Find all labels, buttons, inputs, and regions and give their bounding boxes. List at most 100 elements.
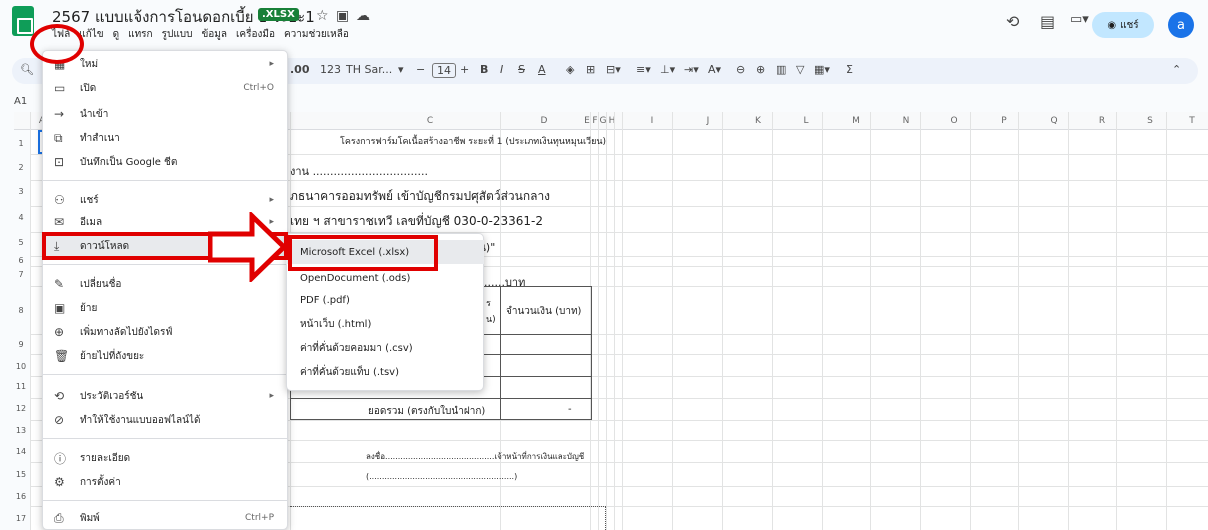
merge-icon[interactable]: ⊟▾: [606, 63, 621, 76]
cell-c2[interactable]: งาน .................................: [290, 162, 428, 180]
column-header[interactable]: D: [534, 116, 554, 126]
row-header[interactable]: 8: [12, 306, 30, 315]
row-header[interactable]: 4: [12, 213, 30, 222]
menu-item-settings[interactable]: ⚙ การตั้งค่า: [42, 470, 288, 494]
avatar[interactable]: a: [1168, 12, 1194, 38]
cell-c3[interactable]: ภธนาคารออมทรัพย์ เข้าบัญชีกรมปศุสัตว์ส่ว…: [290, 187, 550, 206]
align-icon[interactable]: ≡▾: [636, 63, 651, 76]
format-number-button[interactable]: 123: [320, 63, 341, 76]
row-header[interactable]: 5: [12, 238, 30, 247]
column-header[interactable]: S: [1140, 116, 1160, 126]
comments-icon[interactable]: ▤: [1040, 12, 1055, 31]
cell-c15[interactable]: (.......................................…: [366, 472, 517, 481]
name-box[interactable]: A1: [14, 96, 27, 107]
column-header[interactable]: H: [607, 116, 617, 126]
column-header[interactable]: R: [1092, 116, 1112, 126]
download-tsv[interactable]: ค่าที่คั่นด้วยแท็บ (.tsv): [286, 360, 484, 384]
menu-insert[interactable]: แทรก: [128, 27, 152, 43]
share-button[interactable]: ◉ แชร์: [1092, 12, 1154, 38]
wrap-icon[interactable]: ⇥▾: [684, 63, 699, 76]
cell-c8-b[interactable]: น): [486, 312, 496, 326]
text-color-button[interactable]: A: [538, 63, 546, 76]
menu-item-print[interactable]: ⎙ พิมพ์ Ctrl+P: [42, 506, 288, 530]
menu-item-copy[interactable]: ⧉ ทำสำเนา: [42, 126, 288, 150]
search-menus-icon[interactable]: 🔍︎: [20, 63, 34, 76]
filter-views-icon[interactable]: ▦▾: [814, 63, 830, 76]
menu-format[interactable]: รูปแบบ: [162, 27, 193, 43]
cell-c12[interactable]: ยอดรวม (ตรงกับใบนำฝาก): [368, 404, 485, 419]
sheets-logo[interactable]: [12, 6, 34, 36]
download-csv[interactable]: ค่าที่คั่นด้วยคอมมา (.csv): [286, 336, 484, 360]
menu-item-details[interactable]: ⓘ รายละเอียด: [42, 446, 288, 470]
row-header[interactable]: 3: [12, 187, 30, 196]
strikethrough-button[interactable]: S: [518, 63, 525, 76]
menu-view[interactable]: ดู: [113, 27, 120, 43]
chevron-down-icon[interactable]: ▾: [398, 63, 404, 76]
menu-item-add-shortcut[interactable]: ⊕ เพิ่มทางลัดไปยังไดรฟ์: [42, 320, 288, 344]
link-icon[interactable]: ⊖: [736, 63, 745, 76]
row-header[interactable]: 14: [12, 447, 30, 456]
row-header[interactable]: 1: [12, 139, 30, 148]
font-size-decrease-button[interactable]: −: [416, 63, 425, 76]
valign-icon[interactable]: ⊥▾: [660, 63, 675, 76]
menu-item-open[interactable]: ▭ เปิด Ctrl+O: [42, 76, 288, 100]
meet-icon[interactable]: ▭▾: [1070, 12, 1089, 27]
font-size-input[interactable]: 14: [432, 63, 456, 78]
column-header[interactable]: T: [1182, 116, 1202, 126]
move-folder-icon[interactable]: ▣: [336, 8, 349, 24]
row-header[interactable]: 10: [12, 362, 30, 371]
column-header[interactable]: M: [846, 116, 866, 126]
bold-button[interactable]: B: [480, 63, 488, 76]
row-header[interactable]: 16: [12, 492, 30, 501]
row-header[interactable]: 7: [12, 270, 30, 279]
font-size-increase-button[interactable]: +: [460, 63, 469, 76]
download-pdf[interactable]: PDF (.pdf): [286, 288, 484, 312]
menu-item-share[interactable]: ⚇ แชร์ ▸: [42, 188, 288, 212]
cell-d8[interactable]: จำนวนเงิน (บาท): [506, 304, 581, 319]
menu-item-offline[interactable]: ⊘ ทำให้ใช้งานแบบออฟไลน์ได้: [42, 408, 288, 432]
rotate-icon[interactable]: A▾: [708, 63, 721, 76]
row-header[interactable]: 13: [12, 426, 30, 435]
borders-icon[interactable]: ⊞: [586, 63, 595, 76]
column-header[interactable]: K: [748, 116, 768, 126]
column-header[interactable]: Q: [1044, 116, 1064, 126]
cloud-status-icon[interactable]: ☁: [356, 8, 370, 24]
row-header[interactable]: 6: [12, 256, 30, 265]
cell-c8-a[interactable]: ร: [486, 296, 491, 310]
chart-icon[interactable]: ▥: [776, 63, 786, 76]
decimal-button[interactable]: .00: [290, 63, 310, 76]
history-icon[interactable]: ⟲: [1006, 12, 1019, 31]
menu-item-import[interactable]: → นำเข้า: [42, 102, 288, 126]
cell-d12[interactable]: -: [568, 404, 572, 415]
italic-button[interactable]: I: [500, 63, 503, 76]
collapse-toolbar-icon[interactable]: ⌃: [1172, 63, 1181, 76]
comment-icon[interactable]: ⊕: [756, 63, 765, 76]
column-header[interactable]: C: [420, 116, 440, 126]
row-header[interactable]: 11: [12, 382, 30, 391]
cell-c4[interactable]: เทย ฯ สาขาราชเทวี เลขที่บัญชี 030-0-2336…: [290, 212, 543, 231]
filter-icon[interactable]: ▽: [796, 63, 804, 76]
star-icon[interactable]: ☆: [316, 8, 329, 24]
column-header[interactable]: L: [796, 116, 816, 126]
row-header[interactable]: 12: [12, 404, 30, 413]
cell-c14[interactable]: ลงชื่อ..................................…: [366, 450, 584, 463]
menu-tools[interactable]: เครื่องมือ: [236, 27, 275, 43]
column-header[interactable]: J: [698, 116, 718, 126]
column-header[interactable]: O: [944, 116, 964, 126]
menu-item-move[interactable]: ▣ ย้าย: [42, 296, 288, 320]
menu-item-save-as-sheets[interactable]: ⊡ บันทึกเป็น Google ชีต: [42, 150, 288, 174]
row-header[interactable]: 9: [12, 340, 30, 349]
column-header[interactable]: I: [642, 116, 662, 126]
fill-color-icon[interactable]: ◈: [566, 63, 574, 76]
menu-item-trash[interactable]: 🗑︎ ย้ายไปที่ถังขยะ: [42, 344, 288, 368]
column-header[interactable]: N: [896, 116, 916, 126]
menu-help[interactable]: ความช่วยเหลือ: [284, 27, 349, 43]
row-header[interactable]: 2: [12, 163, 30, 172]
menu-item-version-history[interactable]: ⟲ ประวัติเวอร์ชัน ▸: [42, 384, 288, 408]
functions-button[interactable]: Σ: [846, 63, 853, 76]
download-html[interactable]: หน้าเว็บ (.html): [286, 312, 484, 336]
row-header[interactable]: 17: [12, 514, 30, 523]
menu-data[interactable]: ข้อมูล: [201, 27, 227, 43]
font-select[interactable]: TH Sar...: [346, 63, 392, 76]
cell-c1[interactable]: โครงการฟาร์มโคเนื้อสร้างอาชีพ ระยะที่ 1 …: [340, 134, 606, 148]
